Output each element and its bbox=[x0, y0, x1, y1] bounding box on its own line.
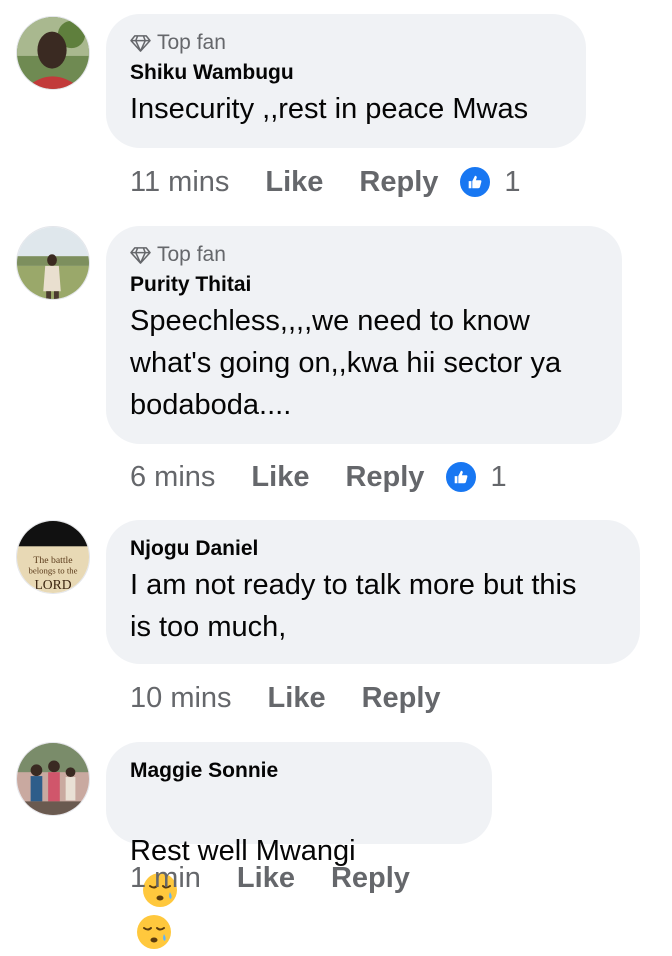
thumbs-up-icon bbox=[458, 165, 493, 199]
avatar-text-line: belongs to the bbox=[28, 566, 77, 576]
avatar-text-line: The battle bbox=[33, 555, 72, 566]
avatar-text-line: LORD bbox=[34, 577, 71, 592]
like-button[interactable]: Like bbox=[265, 166, 323, 199]
reaction-summary[interactable]: 1 bbox=[444, 460, 507, 494]
comment-actions: 10 mins Like Reply bbox=[130, 678, 477, 718]
reaction-summary[interactable]: 1 bbox=[458, 165, 521, 199]
comment-bubble: Maggie Sonnie Rest well Mwangi bbox=[106, 742, 492, 949]
comment-timestamp[interactable]: 1 min bbox=[130, 862, 201, 895]
comment-timestamp[interactable]: 6 mins bbox=[130, 461, 215, 494]
comment-actions: 11 mins Like Reply 1 bbox=[130, 162, 521, 202]
avatar-njogu-daniel[interactable]: The battle belongs to the LORD bbox=[16, 520, 90, 594]
avatar-maggie-sonnie[interactable] bbox=[16, 742, 90, 816]
sleepy-face-emoji-icon bbox=[137, 915, 171, 949]
comment-bubble: Top fan Purity Thitai Speechless,,,,we n… bbox=[106, 226, 622, 444]
comment-actions: 6 mins Like Reply 1 bbox=[130, 457, 507, 497]
comment-text: Insecurity ,,rest in peace Mwas bbox=[130, 93, 529, 125]
top-fan-label: Top fan bbox=[157, 243, 226, 266]
commenter-name[interactable]: Njogu Daniel bbox=[130, 536, 616, 562]
diamond-icon bbox=[130, 246, 151, 264]
like-button[interactable]: Like bbox=[268, 682, 326, 715]
thumbs-up-icon bbox=[444, 460, 479, 494]
commenter-name[interactable]: Purity Thitai bbox=[130, 272, 598, 298]
like-button[interactable]: Like bbox=[237, 862, 295, 895]
avatar-purity-thitai[interactable] bbox=[16, 226, 90, 300]
comment-timestamp[interactable]: 10 mins bbox=[130, 682, 232, 715]
top-fan-badge: Top fan bbox=[130, 30, 562, 56]
comment-timestamp[interactable]: 11 mins bbox=[130, 166, 229, 199]
top-fan-badge: Top fan bbox=[130, 242, 598, 268]
top-fan-label: Top fan bbox=[157, 31, 226, 54]
comment-text: Speechless,,,,we need to know what's goi… bbox=[130, 305, 562, 421]
like-button[interactable]: Like bbox=[251, 461, 309, 494]
diamond-icon bbox=[130, 34, 151, 52]
reply-button[interactable]: Reply bbox=[362, 682, 441, 715]
reply-button[interactable]: Reply bbox=[345, 461, 424, 494]
commenter-name[interactable]: Maggie Sonnie bbox=[130, 758, 468, 784]
comment-text: I am not ready to talk more but this is … bbox=[130, 569, 577, 643]
reply-button[interactable]: Reply bbox=[359, 166, 438, 199]
reaction-count: 1 bbox=[504, 165, 521, 198]
avatar-shiku-wambugu[interactable] bbox=[16, 16, 90, 90]
commenter-name[interactable]: Shiku Wambugu bbox=[130, 60, 562, 86]
reply-button[interactable]: Reply bbox=[331, 862, 410, 895]
comment-bubble: Top fan Shiku Wambugu Insecurity ,,rest … bbox=[106, 14, 586, 148]
comment-actions: 1 min Like Reply bbox=[130, 858, 446, 898]
reaction-count: 1 bbox=[490, 460, 507, 493]
comment-bubble: Njogu Daniel I am not ready to talk more… bbox=[106, 520, 640, 664]
